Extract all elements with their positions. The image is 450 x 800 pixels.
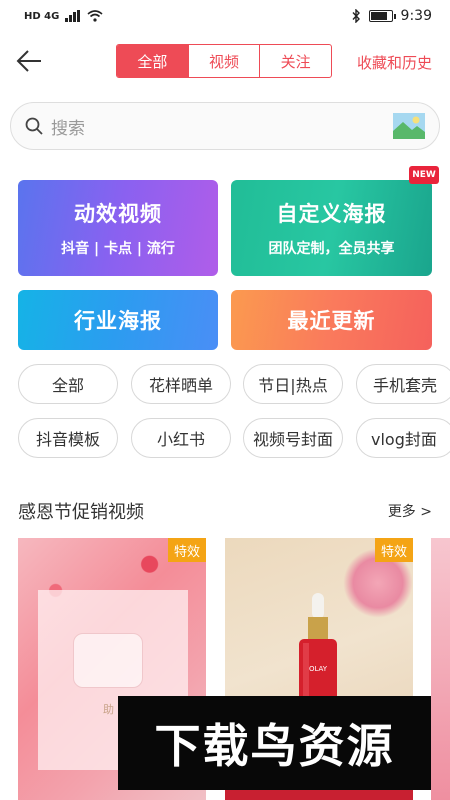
tab-all[interactable]: 全部 (117, 45, 189, 77)
status-right: 9:39 (352, 8, 432, 24)
wifi-icon (87, 10, 103, 22)
chip-channels-cover[interactable]: 视频号封面 (243, 418, 343, 458)
recent-updates-title: 最近更新 (287, 309, 376, 333)
status-bar: HD 4G 9:39 (0, 0, 450, 32)
filter-tabs: 全部 视频 关注 (116, 44, 332, 78)
gift-box-image (73, 633, 143, 688)
serum-bottle-image: OLAY (299, 593, 337, 711)
custom-poster-subtitle: 团队定制，全员共享 (268, 241, 395, 257)
chip-douyin[interactable]: 抖音模板 (18, 418, 118, 458)
industry-poster-card[interactable]: 行业海报 (18, 290, 218, 350)
motion-video-subtitle: 抖音 | 卡点 | 流行 (61, 241, 175, 257)
more-link[interactable]: 更多 > (388, 501, 432, 521)
back-arrow-icon (16, 50, 41, 72)
category-chips-row-1: 全部 花样晒单 节日|热点 手机套壳 (0, 364, 450, 406)
motion-video-title: 动效视频 (74, 202, 162, 226)
effect-tag: 特效 (168, 538, 206, 562)
top-navigation: 全部 视频 关注 收藏和历史 (0, 32, 450, 90)
battery-icon (368, 10, 396, 22)
signal-icon (65, 10, 81, 22)
search-icon (25, 117, 43, 135)
search-bar[interactable]: 搜索 (10, 102, 440, 150)
bluetooth-icon (352, 9, 360, 23)
new-badge: NEW (409, 166, 439, 184)
search-input[interactable]: 搜索 (51, 114, 393, 139)
tab-follow[interactable]: 关注 (260, 45, 331, 77)
product-label: OLAY (309, 665, 328, 673)
signal-indicators: HD 4G (24, 10, 103, 22)
chip-xiaohongshu[interactable]: 小红书 (131, 418, 231, 458)
watermark: 下载鸟资源 (118, 696, 431, 790)
custom-poster-title: 自定义海报 (276, 202, 387, 226)
section-title: 感恩节促销视频 (18, 502, 144, 523)
chip-holiday[interactable]: 节日|热点 (243, 364, 343, 404)
video-thumbnail-partial[interactable] (431, 538, 450, 800)
effect-tag: 特效 (375, 538, 413, 562)
favorites-history-link[interactable]: 收藏和历史 (357, 52, 432, 73)
category-chips-row-2: 抖音模板 小红书 视频号封面 vlog封面 (0, 418, 450, 460)
back-button[interactable] (14, 46, 44, 76)
chip-all[interactable]: 全部 (18, 364, 118, 404)
custom-poster-card[interactable]: 自定义海报 团队定制，全员共享 (231, 180, 432, 276)
chip-showcase[interactable]: 花样晒单 (131, 364, 231, 404)
chip-vlog-cover[interactable]: vlog封面 (356, 418, 450, 458)
motion-video-card[interactable]: 动效视频 抖音 | 卡点 | 流行 (18, 180, 218, 276)
chip-phone-case[interactable]: 手机套壳 (356, 364, 450, 404)
tab-video[interactable]: 视频 (189, 45, 261, 77)
industry-poster-title: 行业海报 (74, 309, 162, 333)
clock: 9:39 (400, 8, 432, 24)
network-label: HD 4G (24, 10, 60, 22)
recent-updates-card[interactable]: 最近更新 (231, 290, 432, 350)
image-search-icon[interactable] (393, 113, 425, 139)
